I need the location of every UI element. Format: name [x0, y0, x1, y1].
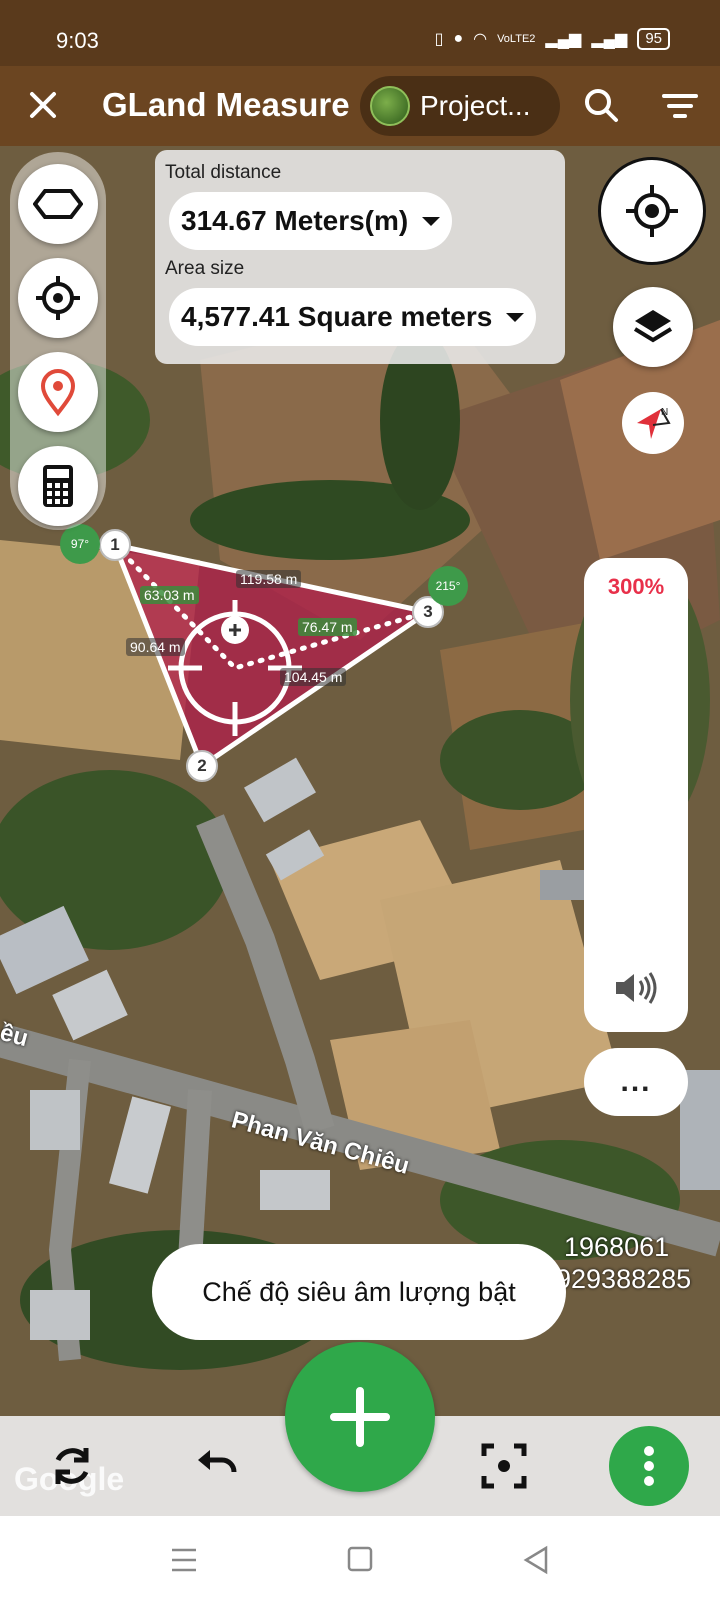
crosshair-icon	[36, 276, 80, 320]
speaker-icon	[616, 972, 657, 1004]
locate-button[interactable]	[18, 258, 98, 338]
recents-icon[interactable]	[164, 1542, 204, 1578]
battery-icon: 95	[637, 28, 670, 50]
filter-button[interactable]	[658, 84, 702, 128]
distance-value: 314.67 Meters(m)	[181, 205, 409, 236]
my-location-button[interactable]	[598, 157, 706, 265]
status-icons: ▯ ● ◠ VoLTE2 ▂▄▆ ▂▄▆ 95	[435, 28, 670, 50]
svg-text:N: N	[661, 407, 668, 418]
signal-icon-2: ▂▄▆	[591, 31, 628, 48]
dropdown-arrow-icon	[506, 312, 525, 322]
add-marker-button[interactable]	[18, 352, 98, 432]
filter-icon	[662, 94, 698, 118]
center-distance-1: 63.03 m	[140, 586, 199, 604]
layers-icon	[633, 310, 673, 343]
app-bar: GLand Measure Project...	[0, 66, 720, 146]
compass-button[interactable]: N	[622, 392, 684, 454]
volte-label: VoLTE2	[497, 33, 536, 45]
back-icon[interactable]	[516, 1542, 556, 1578]
angle-badge-1: 97°	[60, 524, 100, 564]
phone-number-1: 1968061	[564, 1232, 670, 1262]
status-bar: 9:03 ▯ ● ◠ VoLTE2 ▂▄▆ ▂▄▆ 95	[0, 0, 720, 66]
status-time: 9:03	[56, 28, 99, 53]
close-icon	[30, 92, 56, 118]
signal-icon: ▂▄▆	[545, 31, 582, 48]
gps-target-icon	[626, 185, 678, 237]
add-point-button[interactable]	[285, 1342, 435, 1492]
measurement-panel: Total distance 314.67 Meters(m) Area siz…	[155, 150, 565, 364]
vibrate-icon: ▯	[434, 31, 444, 48]
angle-badge-3: 215°	[428, 566, 468, 606]
search-icon	[585, 89, 618, 122]
map-layers-button[interactable]	[613, 287, 693, 367]
project-label: Project...	[420, 90, 531, 121]
map-pin-icon	[40, 369, 76, 417]
undo-icon	[198, 1450, 237, 1473]
volume-panel[interactable]: 300%	[584, 558, 688, 1032]
hexagon-icon	[33, 189, 83, 219]
tool-column	[10, 152, 106, 530]
volume-percent: 300%	[607, 574, 665, 599]
refresh-button[interactable]	[40, 1434, 104, 1498]
undo-button[interactable]	[184, 1434, 248, 1498]
refresh-icon	[55, 1448, 89, 1484]
edge-length-1-3: 119.58 m	[236, 570, 302, 588]
edge-length-1-2: 90.64 m	[126, 638, 185, 656]
more-options-button[interactable]: ...	[584, 1048, 688, 1116]
screenshot-icon	[481, 1443, 527, 1489]
project-selector[interactable]: Project...	[360, 76, 560, 136]
area-value: 4,577.41 Square meters	[181, 301, 493, 332]
wifi-icon: ◠	[473, 31, 488, 48]
toast-message: Chế độ siêu âm lượng bật	[152, 1244, 566, 1340]
project-thumbnail	[370, 86, 410, 126]
edge-length-2-3: 104.45 m	[280, 668, 347, 686]
vertex-1[interactable]: 1	[99, 529, 131, 561]
capture-button[interactable]	[472, 1434, 536, 1498]
menu-button[interactable]	[609, 1426, 689, 1506]
polygon-mode-button[interactable]	[18, 164, 98, 244]
app-title: GLand Measure	[102, 86, 350, 123]
phone-number-2: 929388285	[556, 1264, 692, 1294]
location-icon: ●	[453, 30, 464, 47]
dropdown-arrow-icon	[422, 216, 441, 226]
compass-icon: N	[637, 407, 671, 439]
calculator-icon	[43, 465, 73, 507]
vertical-dots-icon	[644, 1446, 654, 1486]
home-icon[interactable]	[340, 1542, 380, 1578]
search-button[interactable]	[580, 84, 624, 128]
close-button[interactable]	[20, 82, 66, 128]
calculator-button[interactable]	[18, 446, 98, 526]
distance-unit-selector[interactable]: 314.67 Meters(m)	[169, 192, 453, 250]
plus-icon	[330, 1387, 390, 1447]
area-unit-selector[interactable]: 4,577.41 Square meters	[169, 288, 537, 346]
distance-label: Total distance	[165, 162, 282, 183]
vertex-2[interactable]: 2	[186, 750, 218, 782]
system-nav-bar	[0, 1516, 720, 1604]
area-label: Area size	[165, 258, 245, 279]
center-distance-3: 76.47 m	[298, 618, 357, 636]
